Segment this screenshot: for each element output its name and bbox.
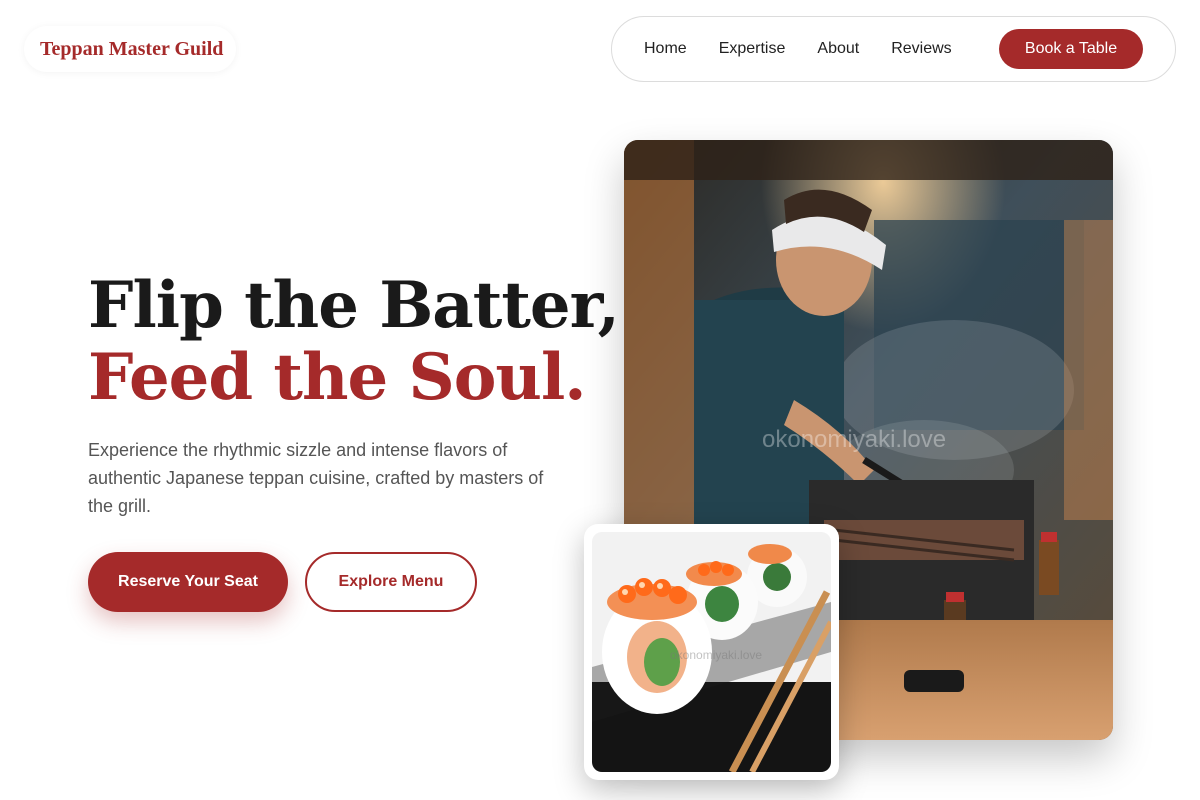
brand-logo[interactable]: Teppan Master Guild bbox=[24, 26, 236, 72]
hero-title-line-1: Flip the Batter, bbox=[88, 268, 620, 343]
explore-menu-button[interactable]: Explore Menu bbox=[305, 552, 477, 612]
sushi-photo-card: okonomiyaki.love bbox=[584, 524, 839, 780]
reserve-seat-button[interactable]: Reserve Your Seat bbox=[88, 552, 288, 612]
brand-name: Teppan Master Guild bbox=[40, 37, 224, 60]
book-table-button[interactable]: Book a Table bbox=[999, 29, 1143, 69]
nav-link-expertise[interactable]: Expertise bbox=[719, 40, 786, 58]
landing-page: Teppan Master Guild Home Expertise About… bbox=[0, 0, 1200, 800]
hero-title: Flip the Batter, Feed the Soul. bbox=[88, 268, 620, 415]
nav-link-reviews[interactable]: Reviews bbox=[891, 40, 951, 58]
top-nav: Home Expertise About Reviews Book a Tabl… bbox=[611, 16, 1176, 82]
inset-photo-watermark: okonomiyaki.love bbox=[670, 648, 763, 662]
main-photo-watermark: okonomiyaki.love bbox=[762, 426, 947, 453]
hero-subtitle: Experience the rhythmic sizzle and inten… bbox=[88, 440, 544, 516]
sushi-roll-photo: okonomiyaki.love bbox=[592, 532, 831, 772]
nav-link-home[interactable]: Home bbox=[644, 40, 687, 58]
nav-link-about[interactable]: About bbox=[817, 40, 859, 58]
hero-title-line-2: Feed the Soul. bbox=[88, 340, 587, 415]
